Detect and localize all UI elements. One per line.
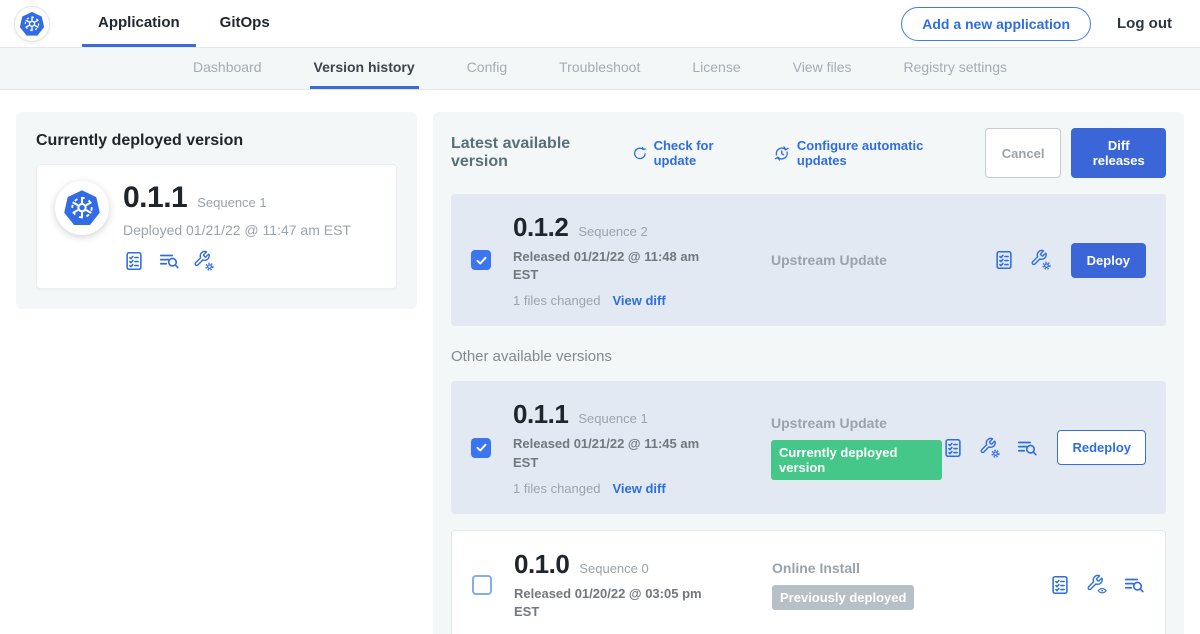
app-icon-badge — [55, 181, 109, 235]
version-source: Online Install Previously deployed — [726, 560, 1049, 610]
preflight-checklist-icon[interactable] — [993, 249, 1015, 271]
source-label: Upstream Update — [771, 252, 993, 268]
version-history-panel: Latest available version Check for updat… — [433, 112, 1184, 634]
version-actions: Redeploy — [942, 430, 1146, 465]
app-sub-nav: Dashboard Version history Config Trouble… — [0, 48, 1200, 90]
add-new-application-button[interactable]: Add a new application — [901, 7, 1091, 41]
version-checkbox[interactable] — [472, 575, 492, 595]
deployed-timestamp: Deployed 01/21/22 @ 11:47 am EST — [123, 222, 351, 238]
source-label: Upstream Update — [771, 415, 942, 431]
redeploy-button[interactable]: Redeploy — [1057, 430, 1146, 465]
logout-button[interactable]: Log out — [1117, 15, 1172, 32]
kubernetes-icon — [17, 9, 47, 39]
check-icon — [474, 440, 489, 455]
preflight-checklist-icon[interactable] — [1049, 574, 1071, 596]
source-label: Online Install — [772, 560, 1049, 576]
check-icon — [474, 253, 489, 268]
topnav-tabs: Application GitOps — [82, 0, 286, 47]
version-info: 0.1.1 Sequence 1 Released 01/21/22 @ 11:… — [513, 399, 725, 495]
tab-config[interactable]: Config — [463, 48, 511, 89]
version-number: 0.1.0 — [514, 549, 569, 580]
currently-deployed-badge: Currently deployed version — [771, 440, 942, 480]
deployed-actions — [123, 250, 351, 272]
version-checkbox[interactable] — [471, 438, 491, 458]
deploy-button[interactable]: Deploy — [1071, 243, 1146, 278]
version-checkbox[interactable] — [471, 250, 491, 270]
version-info: 0.1.0 Sequence 0 Released 01/20/22 @ 03:… — [514, 549, 726, 621]
version-card-0-1-1: 0.1.1 Sequence 1 Released 01/21/22 @ 11:… — [451, 381, 1166, 513]
released-timestamp: Released 01/21/22 @ 11:48 am EST — [513, 248, 725, 284]
config-tools-icon[interactable] — [193, 250, 215, 272]
version-actions: Deploy — [993, 243, 1146, 278]
version-card-0-1-0: 0.1.0 Sequence 0 Released 01/20/22 @ 03:… — [451, 530, 1166, 634]
configure-updates-label: Configure automatic updates — [797, 138, 963, 168]
deployed-version-card: 0.1.1 Sequence 1 Deployed 01/21/22 @ 11:… — [36, 164, 397, 289]
main-content: Currently deployed version 0.1.1 Sequenc… — [0, 90, 1200, 634]
app-logo[interactable] — [0, 0, 64, 47]
version-source: Upstream Update — [725, 252, 993, 268]
tab-license[interactable]: License — [688, 48, 744, 89]
preflight-checklist-icon[interactable] — [123, 250, 145, 272]
logs-search-icon[interactable] — [1123, 574, 1145, 596]
configure-automatic-updates-link[interactable]: Configure automatic updates — [773, 138, 962, 168]
config-tools-icon[interactable] — [1030, 249, 1052, 271]
version-sequence: Sequence 0 — [579, 561, 648, 576]
view-diff-link[interactable]: View diff — [612, 293, 665, 308]
latest-version-heading: Latest available version — [451, 135, 618, 171]
currently-deployed-heading: Currently deployed version — [36, 132, 397, 150]
logs-search-icon[interactable] — [158, 250, 180, 272]
other-versions-heading: Other available versions — [451, 348, 1166, 365]
version-number: 0.1.1 — [513, 399, 568, 430]
deployed-version-info: 0.1.1 Sequence 1 Deployed 01/21/22 @ 11:… — [123, 181, 351, 272]
deployed-version-number: 0.1.1 — [123, 181, 187, 215]
config-tools-icon[interactable] — [979, 437, 1001, 459]
currently-deployed-panel: Currently deployed version 0.1.1 Sequenc… — [16, 112, 417, 309]
check-for-update-label: Check for update — [654, 138, 752, 168]
config-view-icon[interactable] — [1086, 574, 1108, 596]
tab-dashboard[interactable]: Dashboard — [189, 48, 266, 89]
version-actions — [1049, 574, 1145, 596]
version-sequence: Sequence 2 — [578, 224, 647, 239]
deployed-sequence: Sequence 1 — [197, 195, 266, 210]
version-number: 0.1.2 — [513, 212, 568, 243]
topnav-right: Add a new application Log out — [901, 0, 1200, 47]
cancel-button[interactable]: Cancel — [985, 128, 1062, 178]
refresh-icon — [632, 145, 648, 162]
tab-registry-settings[interactable]: Registry settings — [900, 48, 1011, 89]
logs-search-icon[interactable] — [1016, 437, 1038, 459]
check-for-update-link[interactable]: Check for update — [632, 138, 751, 168]
files-changed-label: 1 files changed — [513, 481, 600, 496]
version-card-0-1-2: 0.1.2 Sequence 2 Released 01/21/22 @ 11:… — [451, 194, 1166, 326]
tab-gitops[interactable]: GitOps — [204, 0, 286, 47]
tab-view-files[interactable]: View files — [789, 48, 856, 89]
tab-version-history[interactable]: Version history — [310, 48, 419, 89]
kubernetes-logo-circle — [14, 6, 50, 42]
clock-refresh-icon — [773, 144, 791, 163]
released-timestamp: Released 01/20/22 @ 03:05 pm EST — [514, 585, 726, 621]
tab-troubleshoot[interactable]: Troubleshoot — [555, 48, 644, 89]
released-timestamp: Released 01/21/22 @ 11:45 am EST — [513, 435, 725, 471]
version-info: 0.1.2 Sequence 2 Released 01/21/22 @ 11:… — [513, 212, 725, 308]
view-diff-link[interactable]: View diff — [612, 481, 665, 496]
latest-version-header: Latest available version Check for updat… — [451, 128, 1166, 178]
top-nav: Application GitOps Add a new application… — [0, 0, 1200, 48]
version-source: Upstream Update Currently deployed versi… — [725, 415, 942, 480]
previously-deployed-badge: Previously deployed — [772, 585, 914, 610]
preflight-checklist-icon[interactable] — [942, 437, 964, 459]
tab-application[interactable]: Application — [82, 0, 196, 47]
header-buttons: Cancel Diff releases — [985, 128, 1166, 178]
kubernetes-icon — [60, 186, 104, 230]
files-changed-label: 1 files changed — [513, 293, 600, 308]
diff-releases-button[interactable]: Diff releases — [1071, 128, 1166, 178]
version-sequence: Sequence 1 — [578, 411, 647, 426]
